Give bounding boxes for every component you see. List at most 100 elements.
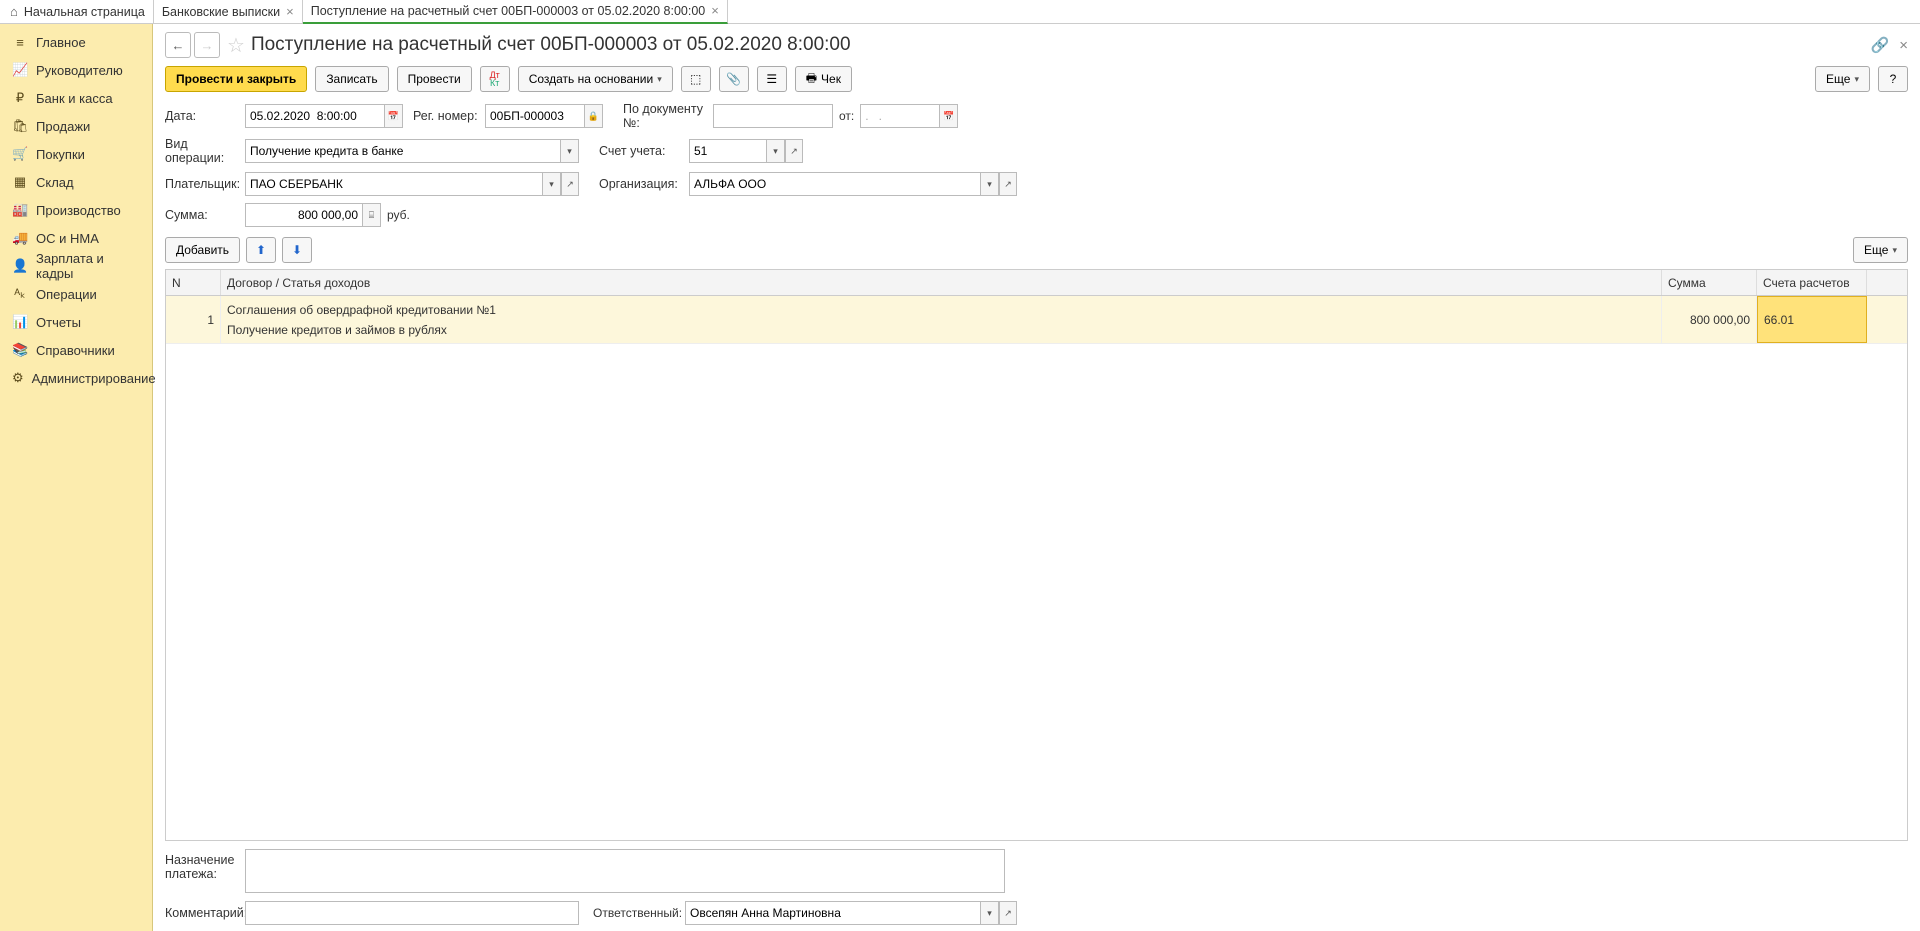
docnum-label: По документу №: [623, 102, 713, 130]
responsible-input[interactable] [685, 901, 981, 925]
dtkt-button[interactable]: ДᴛКᴛ [480, 66, 510, 92]
sidebar-item-admin[interactable]: ⚙Администрирование [0, 364, 152, 392]
open-icon[interactable]: ↗ [785, 139, 803, 163]
dtkt-icon: ᴬₖ [12, 286, 28, 302]
books-icon: 📚 [12, 342, 28, 358]
comment-input[interactable] [245, 901, 579, 925]
sidebar-item-reports[interactable]: 📊 Отчеты [0, 308, 152, 336]
dropdown-icon[interactable]: ▾ [981, 901, 999, 925]
optype-label: Вид операции: [165, 137, 245, 165]
title-row: ← → ☆ Поступление на расчетный счет 00БП… [165, 32, 1908, 58]
sidebar-label: Руководителю [36, 63, 123, 78]
post-button[interactable]: Провести [397, 66, 472, 92]
from-date-input[interactable] [860, 104, 940, 128]
dropdown-icon[interactable]: ▾ [767, 139, 785, 163]
purpose-input[interactable] [245, 849, 1005, 893]
tab-home[interactable]: ⌂ Начальная страница [0, 0, 154, 24]
row-line2: Получение кредитов и займов в рублях [227, 323, 1655, 337]
sidebar-label: Банк и касса [36, 91, 113, 106]
open-icon[interactable]: ↗ [999, 172, 1017, 196]
sidebar-item-bank[interactable]: ₽Банк и касса [0, 84, 152, 112]
sidebar-item-manager[interactable]: 📈Руководителю [0, 56, 152, 84]
bar-chart-icon: 📊 [12, 314, 28, 330]
regnum-input[interactable] [485, 104, 585, 128]
check-button[interactable]: 🖶 Чек [795, 66, 852, 92]
purpose-label: Назначение платежа: [165, 849, 245, 881]
add-button[interactable]: Добавить [165, 237, 240, 263]
responsible-label: Ответственный: [593, 906, 685, 920]
grid-icon: ▦ [12, 174, 28, 190]
sidebar-item-purchases[interactable]: 🛒Покупки [0, 140, 152, 168]
close-icon[interactable]: × [711, 3, 719, 18]
sidebar-item-warehouse[interactable]: ▦Склад [0, 168, 152, 196]
dropdown-icon[interactable]: ▾ [543, 172, 561, 196]
bag-icon: 🛍 [12, 118, 28, 134]
forward-button[interactable]: → [194, 32, 220, 58]
td-acct[interactable]: 66.01 [1757, 296, 1867, 343]
content: ← → ☆ Поступление на расчетный счет 00БП… [153, 24, 1920, 931]
form-grid: Дата: 📅 Рег. номер: 🔒 По документу №: от… [165, 102, 1908, 227]
table-body[interactable]: 1 Соглашения об овердрафной кредитовании… [166, 296, 1907, 840]
toolbar: Провести и закрыть Записать Провести ДᴛК… [165, 66, 1908, 92]
sidebar-item-operations[interactable]: ᴬₖОперации [0, 280, 152, 308]
structure-button[interactable]: ⬚ [681, 66, 711, 92]
table-toolbar: Добавить ⬆ ⬇ Еще [165, 237, 1908, 263]
dropdown-icon[interactable]: ▾ [561, 139, 579, 163]
help-button[interactable]: ? [1878, 66, 1908, 92]
th-sum[interactable]: Сумма [1662, 270, 1757, 295]
factory-icon: 🏭 [12, 202, 28, 218]
attach-button[interactable]: 📎 [719, 66, 749, 92]
sidebar-item-main[interactable]: ≡Главное [0, 28, 152, 56]
th-desc[interactable]: Договор / Статья доходов [221, 270, 1662, 295]
truck-icon: 🚚 [12, 230, 28, 246]
sidebar-item-assets[interactable]: 🚚ОС и НМА [0, 224, 152, 252]
sidebar-label: Отчеты [36, 315, 81, 330]
date-input[interactable] [245, 104, 385, 128]
move-down-button[interactable]: ⬇ [282, 237, 312, 263]
post-and-close-button[interactable]: Провести и закрыть [165, 66, 307, 92]
close-icon[interactable]: × [1899, 37, 1908, 54]
create-from-button[interactable]: Создать на основании [518, 66, 673, 92]
sum-input[interactable] [245, 203, 363, 227]
th-acct[interactable]: Счета расчетов [1757, 270, 1867, 295]
dropdown-icon[interactable]: ▾ [981, 172, 999, 196]
save-button[interactable]: Записать [315, 66, 388, 92]
table-row[interactable]: 1 Соглашения об овердрафной кредитовании… [166, 296, 1907, 344]
tab-current-doc[interactable]: Поступление на расчетный счет 00БП-00000… [303, 0, 728, 24]
date-label: Дата: [165, 109, 245, 123]
link-icon[interactable]: 🔗 [1871, 36, 1890, 54]
tab-bank-statements[interactable]: Банковские выписки × [154, 0, 303, 24]
th-n[interactable]: N [166, 270, 221, 295]
gear-icon: ⚙ [12, 370, 24, 386]
docnum-input[interactable] [713, 104, 833, 128]
sidebar-label: Зарплата и кадры [36, 251, 140, 281]
td-last [1867, 296, 1907, 343]
table-more-button[interactable]: Еще [1853, 237, 1908, 263]
tab-current-label: Поступление на расчетный счет 00БП-00000… [311, 4, 706, 18]
sidebar-item-directories[interactable]: 📚Справочники [0, 336, 152, 364]
back-button[interactable]: ← [165, 32, 191, 58]
open-icon[interactable]: ↗ [561, 172, 579, 196]
star-icon[interactable]: ☆ [227, 33, 245, 58]
sidebar: ≡Главное 📈Руководителю ₽Банк и касса 🛍Пр… [0, 24, 153, 931]
row-line1: Соглашения об овердрафной кредитовании №… [227, 303, 1655, 317]
account-input[interactable] [689, 139, 767, 163]
home-icon: ⌂ [10, 4, 18, 19]
list-button[interactable]: ☰ [757, 66, 787, 92]
lock-icon[interactable]: 🔒 [585, 104, 603, 128]
optype-input[interactable] [245, 139, 561, 163]
move-up-button[interactable]: ⬆ [246, 237, 276, 263]
sum-label: Сумма: [165, 208, 245, 222]
org-input[interactable] [689, 172, 981, 196]
more-button[interactable]: Еще [1815, 66, 1870, 92]
sidebar-item-production[interactable]: 🏭Производство [0, 196, 152, 224]
open-icon[interactable]: ↗ [999, 901, 1017, 925]
calendar-icon[interactable]: 📅 [940, 104, 958, 128]
sidebar-item-sales[interactable]: 🛍Продажи [0, 112, 152, 140]
payer-input[interactable] [245, 172, 543, 196]
sidebar-item-hr[interactable]: 👤Зарплата и кадры [0, 252, 152, 280]
close-icon[interactable]: × [286, 4, 294, 19]
from-label: от: [839, 109, 854, 123]
calendar-icon[interactable]: 📅 [385, 104, 403, 128]
calculator-icon[interactable]: ⌸ [363, 203, 381, 227]
